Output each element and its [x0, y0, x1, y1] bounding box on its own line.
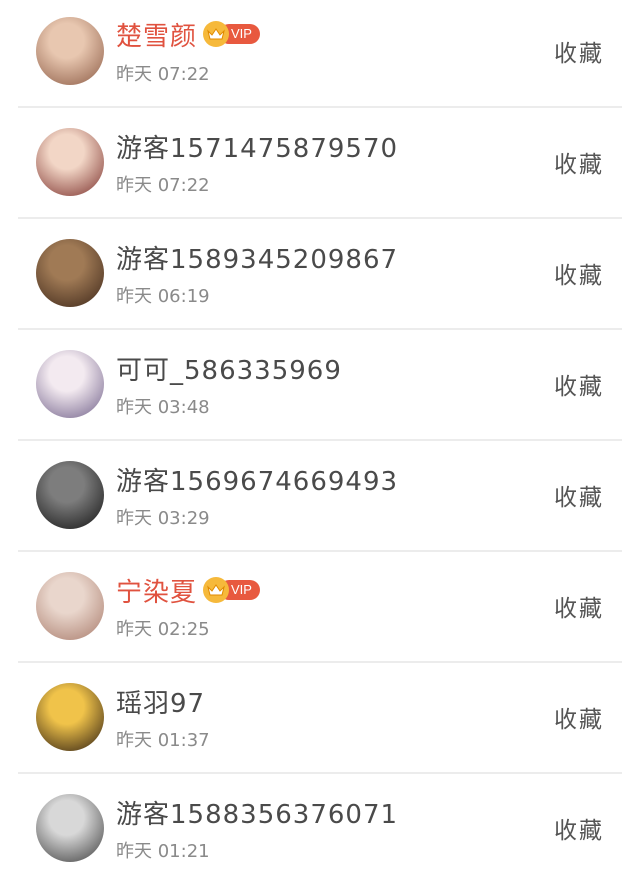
timestamp: 昨天 06:19 [116, 286, 210, 307]
name-line: 瑶羽97 [116, 683, 205, 720]
name-line: 游客1588356376071 [116, 794, 398, 831]
user-name[interactable]: 游客1588356376071 [116, 794, 398, 831]
name-line: 游客1569674669493 [116, 461, 398, 498]
avatar[interactable] [36, 794, 104, 862]
list-item[interactable]: 游客1589345209867 昨天 06:19 收藏 [0, 219, 640, 330]
favorite-button[interactable]: 收藏 [554, 478, 604, 512]
name-line: 宁染夏 VIP [116, 572, 260, 609]
name-line: 游客1571475879570 [116, 128, 398, 165]
vip-badge: VIP [203, 21, 260, 47]
list-item[interactable]: 游客1588356376071 昨天 01:21 收藏 [0, 774, 640, 885]
list-item[interactable]: 游客1571475879570 昨天 07:22 收藏 [0, 108, 640, 219]
favorite-button[interactable]: 收藏 [554, 256, 604, 290]
crown-icon [203, 577, 230, 603]
timestamp: 昨天 02:25 [116, 619, 210, 640]
favorite-button[interactable]: 收藏 [554, 700, 604, 734]
avatar[interactable] [36, 17, 104, 85]
favorite-list: 楚雪颜 VIP 昨天 07:22 收藏 游客1571475879570 昨天 07:22 收… [0, 0, 640, 885]
user-name[interactable]: 游客1589345209867 [116, 239, 398, 276]
timestamp: 昨天 03:29 [116, 508, 210, 529]
user-name[interactable]: 楚雪颜 [116, 16, 197, 53]
avatar[interactable] [36, 572, 104, 640]
user-name[interactable]: 瑶羽97 [116, 683, 205, 720]
avatar[interactable] [36, 128, 104, 196]
user-name[interactable]: 游客1571475879570 [116, 128, 398, 165]
favorite-button[interactable]: 收藏 [554, 367, 604, 401]
list-item[interactable]: 游客1569674669493 昨天 03:29 收藏 [0, 441, 640, 552]
favorite-button[interactable]: 收藏 [554, 145, 604, 179]
name-line: 游客1589345209867 [116, 239, 398, 276]
user-name[interactable]: 可可_586335969 [116, 350, 342, 387]
crown-icon [203, 21, 230, 47]
name-line: 可可_586335969 [116, 350, 342, 387]
list-item[interactable]: 瑶羽97 昨天 01:37 收藏 [0, 663, 640, 774]
vip-badge: VIP [203, 577, 260, 603]
favorite-button[interactable]: 收藏 [554, 589, 604, 623]
avatar[interactable] [36, 239, 104, 307]
list-item[interactable]: 楚雪颜 VIP 昨天 07:22 收藏 [0, 0, 640, 108]
user-name[interactable]: 宁染夏 [116, 572, 197, 609]
user-name[interactable]: 游客1569674669493 [116, 461, 398, 498]
favorite-button[interactable]: 收藏 [554, 34, 604, 68]
timestamp: 昨天 01:21 [116, 841, 210, 862]
avatar[interactable] [36, 461, 104, 529]
name-line: 楚雪颜 VIP [116, 16, 260, 53]
list-item[interactable]: 可可_586335969 昨天 03:48 收藏 [0, 330, 640, 441]
timestamp: 昨天 07:22 [116, 64, 210, 85]
timestamp: 昨天 07:22 [116, 175, 210, 196]
timestamp: 昨天 03:48 [116, 397, 210, 418]
avatar[interactable] [36, 683, 104, 751]
list-item[interactable]: 宁染夏 VIP 昨天 02:25 收藏 [0, 552, 640, 663]
avatar[interactable] [36, 350, 104, 418]
favorite-button[interactable]: 收藏 [554, 811, 604, 845]
timestamp: 昨天 01:37 [116, 730, 210, 751]
